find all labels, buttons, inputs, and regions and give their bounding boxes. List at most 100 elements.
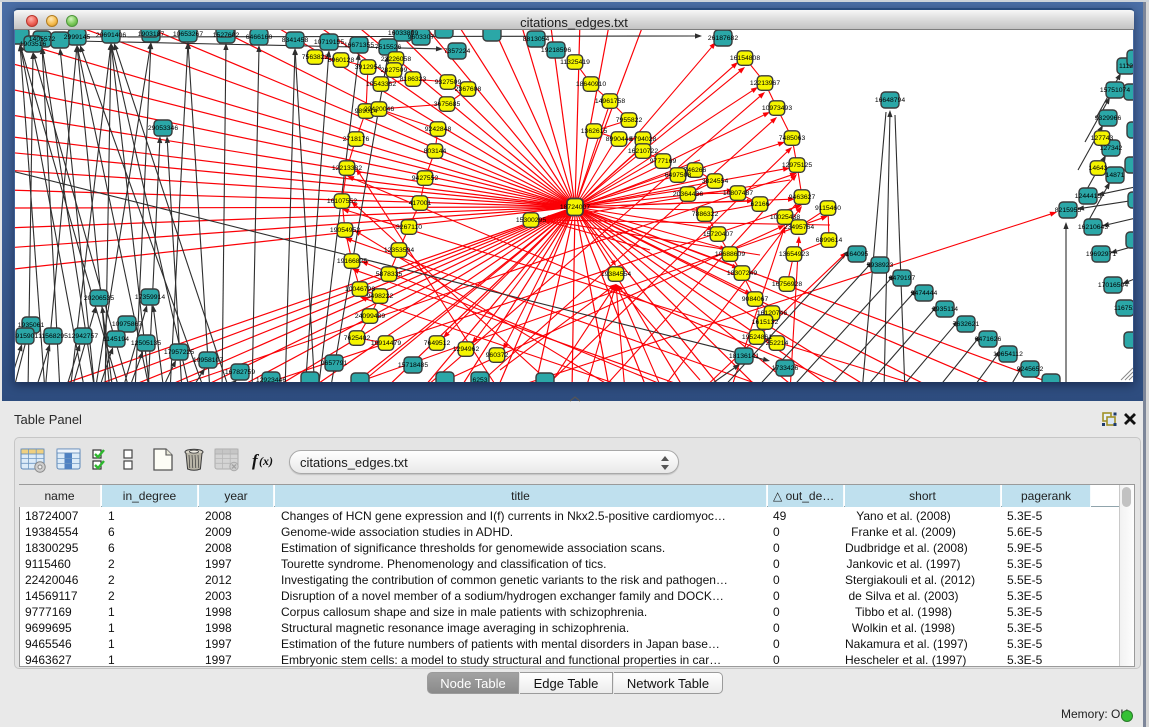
svg-text:164095: 164095: [846, 251, 869, 258]
svg-text:10653267: 10653267: [173, 31, 203, 38]
svg-text:12505135: 12505135: [131, 340, 161, 347]
svg-text:8960128: 8960128: [328, 57, 355, 64]
svg-text:13654923: 13654923: [779, 251, 809, 258]
svg-text:24099489: 24099489: [355, 313, 385, 320]
svg-text:7886322: 7886322: [692, 211, 719, 218]
svg-text:3912954: 3912954: [355, 64, 382, 71]
svg-text:9245652: 9245652: [1017, 366, 1044, 373]
svg-text:12923446: 12923446: [256, 377, 286, 382]
svg-text:19218596: 19218596: [541, 47, 571, 54]
svg-text:10807487: 10807487: [723, 190, 753, 197]
svg-text:7955822: 7955822: [616, 117, 643, 124]
svg-text:14871: 14871: [1106, 172, 1125, 179]
svg-text:19692971: 19692971: [1086, 251, 1116, 258]
svg-text:2935114: 2935114: [932, 306, 958, 313]
svg-text:116753: 116753: [1114, 305, 1133, 312]
svg-text:(x): (x): [259, 454, 273, 468]
svg-text:8186323: 8186323: [400, 76, 427, 83]
svg-text:7632621: 7632621: [953, 321, 980, 328]
svg-text:12942757: 12942757: [68, 333, 98, 340]
svg-text:15300295: 15300295: [516, 217, 546, 224]
svg-text:1733426: 1733426: [772, 365, 799, 372]
svg-text:23226058: 23226058: [381, 56, 411, 63]
svg-text:9777169: 9777169: [650, 158, 677, 165]
svg-text:19384554: 19384554: [601, 271, 631, 278]
svg-text:3267110: 3267110: [396, 224, 422, 231]
svg-text:9463627: 9463627: [789, 194, 816, 201]
svg-text:252214: 252214: [766, 340, 789, 347]
svg-text:23495764: 23495764: [784, 224, 814, 231]
svg-text:18307249: 18307249: [727, 270, 757, 277]
svg-text:20691406: 20691406: [96, 32, 126, 39]
svg-text:6479197: 6479197: [889, 275, 916, 282]
svg-text:10543362: 10543362: [366, 81, 396, 88]
svg-text:9327509: 9327509: [435, 79, 462, 86]
svg-text:6466160: 6466160: [246, 34, 273, 41]
svg-text:20364436: 20364436: [673, 191, 703, 198]
svg-text:8471626: 8471626: [975, 336, 1002, 343]
svg-text:1935061: 1935061: [18, 322, 45, 329]
svg-text:17016504: 17016504: [1098, 282, 1128, 289]
svg-text:16154808: 16154808: [730, 55, 760, 62]
svg-text:8813054: 8813054: [523, 36, 550, 43]
svg-text:15720407: 15720407: [703, 231, 733, 238]
svg-text:10654112: 10654112: [993, 351, 1023, 358]
svg-text:11568295: 11568295: [38, 333, 68, 340]
svg-text:16648794: 16648794: [875, 97, 905, 104]
svg-text:15751074: 15751074: [1100, 87, 1130, 94]
svg-text:1527602: 1527602: [213, 32, 240, 39]
svg-text:12975125: 12975125: [782, 162, 812, 169]
svg-text:6899614: 6899614: [816, 237, 843, 244]
svg-text:1903187: 1903187: [138, 31, 165, 38]
svg-text:9242848: 9242848: [425, 126, 452, 133]
svg-text:19166825: 19166825: [337, 258, 367, 265]
svg-text:6794028: 6794028: [630, 136, 657, 143]
svg-text:3675685: 3675685: [434, 101, 461, 108]
svg-text:26187682: 26187682: [708, 35, 738, 42]
svg-text:3915901: 3915901: [15, 333, 38, 340]
svg-text:18640910: 18640910: [576, 81, 606, 88]
svg-text:16756928: 16756928: [772, 281, 802, 288]
svg-text:19054952: 19054952: [330, 227, 360, 234]
svg-text:10046798: 10046798: [345, 286, 375, 293]
svg-text:5938923: 5938923: [867, 262, 894, 269]
svg-text:12213382: 12213382: [332, 165, 362, 172]
svg-text:9115460: 9115460: [815, 205, 841, 212]
svg-text:9329966: 9329966: [1095, 115, 1122, 122]
svg-text:10025438: 10025438: [770, 214, 800, 221]
svg-text:127342: 127342: [1100, 145, 1123, 152]
svg-text:10719155: 10719155: [314, 39, 344, 46]
svg-text:417001: 417001: [409, 200, 432, 207]
svg-text:18724007: 18724007: [560, 204, 590, 211]
svg-text:9657791: 9657791: [321, 360, 348, 367]
svg-text:1294962: 1294962: [453, 346, 480, 353]
svg-text:1615132: 1615132: [752, 319, 779, 326]
svg-text:960372: 960372: [486, 352, 509, 359]
svg-text:8215955: 8215955: [1055, 207, 1082, 214]
svg-text:1145194: 1145194: [103, 336, 129, 343]
svg-text:18136141: 18136141: [729, 353, 759, 360]
svg-text:16120746: 16120746: [757, 310, 787, 317]
svg-text:7515526: 7515526: [375, 44, 402, 51]
svg-text:16671355: 16671355: [344, 42, 374, 49]
svg-text:2827509: 2827509: [381, 67, 408, 74]
svg-text:9084067: 9084067: [742, 296, 769, 303]
svg-text:10975867: 10975867: [112, 321, 142, 328]
svg-text:22420046: 22420046: [364, 106, 394, 113]
svg-text:9474444: 9474444: [911, 290, 938, 297]
svg-text:15718485: 15718485: [398, 362, 428, 369]
svg-text:7357224: 7357224: [444, 48, 471, 55]
svg-text:16782759: 16782759: [225, 369, 255, 376]
svg-text:10973493: 10973493: [762, 105, 792, 112]
svg-text:7625402: 7625402: [344, 335, 371, 342]
svg-text:8990448: 8990448: [606, 136, 633, 143]
svg-text:20206535: 20206535: [84, 295, 114, 302]
svg-text:9427552: 9427552: [412, 175, 439, 182]
svg-text:17957225: 17957225: [164, 349, 194, 356]
svg-text:7485063: 7485063: [779, 135, 806, 142]
svg-text:29053346: 29053346: [148, 125, 178, 132]
svg-text:127743: 127743: [1091, 135, 1114, 142]
svg-text:1903516: 1903516: [20, 41, 47, 48]
svg-text:62166: 62166: [751, 201, 770, 208]
svg-text:8341458: 8341458: [282, 37, 309, 44]
